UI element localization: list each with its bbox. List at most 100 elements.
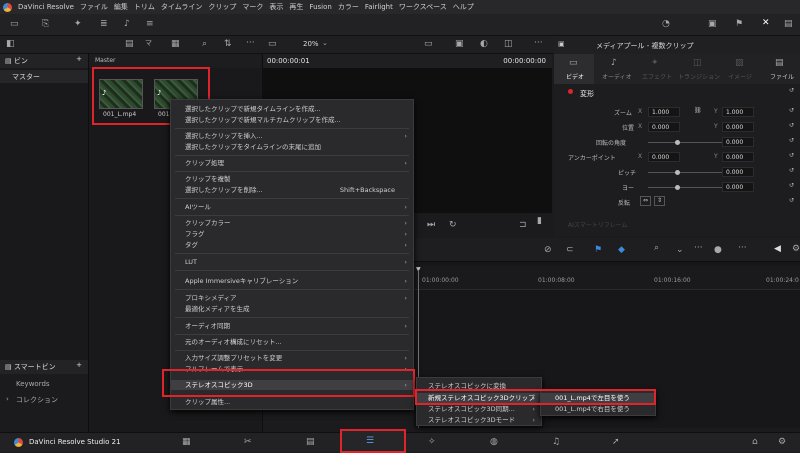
panel-toggle-icon[interactable]: ◧ <box>6 40 15 49</box>
flip-horizontal-icon[interactable]: ⇔ <box>640 196 651 206</box>
smart-reframe-label[interactable]: AIスマートリフレーム <box>568 220 628 229</box>
enable-dot-icon[interactable] <box>568 89 573 94</box>
more-icon[interactable]: ··· <box>694 244 703 253</box>
menu-item-proxy[interactable]: プロキシメディア › <box>171 293 413 303</box>
settings-icon[interactable]: ⚙ <box>792 245 800 254</box>
media-pool-icon[interactable]: ▭ <box>10 20 19 29</box>
timeline-ruler[interactable]: ▼ 01:00:00:00 01:00:08:00 01:00:16:00 01… <box>414 266 800 290</box>
reset-icon[interactable]: ↺ <box>789 167 794 174</box>
menu-item-reset-audio[interactable]: 元のオーディオ構成にリセット... <box>171 337 413 347</box>
mixer-icon[interactable]: ▣ <box>708 20 717 29</box>
slider-handle[interactable] <box>675 140 680 145</box>
record-icon[interactable]: ● <box>714 246 722 255</box>
view-mode-icon[interactable]: マ <box>145 40 152 47</box>
reset-icon[interactable]: ↺ <box>789 152 794 159</box>
index-icon[interactable]: ≣ <box>100 20 108 29</box>
reset-icon[interactable]: ↺ <box>789 137 794 144</box>
search-icon[interactable]: ⌕ <box>202 40 207 49</box>
pitch-field[interactable]: 0.000 <box>722 167 754 177</box>
menu-item-new-timeline[interactable]: 選択したクリップで新規タイムラインを作成... <box>171 104 413 114</box>
menu-timeline[interactable]: タイムライン <box>161 2 203 12</box>
anchor-y-field[interactable]: 0.000 <box>722 152 754 162</box>
edit-page-icon[interactable]: ▤ <box>306 438 315 447</box>
yaw-field[interactable]: 0.000 <box>722 182 754 192</box>
color-icon[interactable]: ◐ <box>480 40 488 49</box>
position-x-field[interactable]: 0.000 <box>648 122 680 132</box>
menu-item-apple-immersive[interactable]: Apple Immersiveキャリブレーション › <box>171 276 413 286</box>
add-smart-bin-icon[interactable]: + <box>76 361 82 369</box>
clip-view-icon[interactable]: ▣ <box>455 40 464 49</box>
menu-view[interactable]: 表示 <box>269 2 283 12</box>
viewer-layout-icon[interactable]: ▭ <box>268 40 277 49</box>
menu-mark[interactable]: マーク <box>242 2 263 12</box>
menu-item-stereo-mode[interactable]: ステレオスコピック3Dモード › <box>417 415 541 425</box>
menu-file[interactable]: ファイル <box>80 2 108 12</box>
menu-item-clip-color[interactable]: クリップカラー › <box>171 218 413 228</box>
smart-bin-keywords[interactable]: Keywords <box>16 380 50 388</box>
bin-master[interactable]: マスター <box>0 70 88 83</box>
menu-item-flag[interactable]: フラグ › <box>171 229 413 239</box>
tab-image[interactable]: ▨ イメージ <box>720 54 760 84</box>
reset-icon[interactable]: ↺ <box>789 182 794 189</box>
clip-thumbnail[interactable]: ♪ <box>99 79 143 109</box>
position-y-field[interactable]: 0.000 <box>722 122 754 132</box>
fairlight-page-icon[interactable]: ♫ <box>552 438 560 447</box>
color-page-icon[interactable]: ◍ <box>490 438 498 447</box>
smart-bin-collections[interactable]: コレクション <box>16 395 58 405</box>
flip-vertical-icon[interactable]: ⇕ <box>654 196 665 206</box>
chevron-down-icon[interactable]: ⌄ <box>322 40 328 47</box>
snap-icon[interactable]: ⊂ <box>566 246 574 255</box>
speaker-icon[interactable]: ◀ <box>774 245 781 254</box>
inspector-toggle-icon[interactable]: ✕ <box>762 19 770 28</box>
menu-item-ai-tools[interactable]: AIツール › <box>171 202 413 212</box>
menu-fusion[interactable]: Fusion <box>309 3 331 11</box>
zoom-level[interactable]: 20% <box>303 40 319 48</box>
zoom-x-field[interactable]: 1.000 <box>648 107 680 117</box>
media-page-icon[interactable]: ▦ <box>182 438 191 447</box>
zoom-y-field[interactable]: 1.000 <box>722 107 754 117</box>
match-frame-icon[interactable]: ⊐ <box>519 221 527 230</box>
tab-file[interactable]: ▤ ファイル <box>760 54 800 84</box>
more-icon[interactable]: ··· <box>246 39 255 48</box>
display-icon[interactable]: ▭ <box>424 40 433 49</box>
more-icon[interactable]: ··· <box>738 244 747 253</box>
flag-icon[interactable]: ⚑ <box>594 246 602 255</box>
menu-trim[interactable]: トリム <box>134 2 155 12</box>
menu-item-use-right-eye[interactable]: 001_L.mp4で右目を使う <box>541 404 655 414</box>
link-clip-icon[interactable]: ⊘ <box>544 246 552 255</box>
list-view-icon[interactable]: ▤ <box>125 40 134 49</box>
menu-item-optimized-media[interactable]: 最適化メディアを生成 <box>171 304 413 314</box>
sync-icon[interactable]: ◔ <box>662 20 670 29</box>
zoom-icon[interactable]: ⌕ <box>654 244 659 253</box>
menu-app[interactable]: DaVinci Resolve <box>18 3 74 11</box>
import-icon[interactable]: ⎘ <box>42 20 49 29</box>
library-icon[interactable]: ▤ <box>784 20 793 29</box>
menu-item-delete[interactable]: 選択したクリップを削除... Shift+Backspace <box>171 185 413 195</box>
add-bin-icon[interactable]: + <box>76 55 82 63</box>
menu-clip[interactable]: クリップ <box>208 2 236 12</box>
anchor-x-field[interactable]: 0.000 <box>648 152 680 162</box>
menu-fairlight[interactable]: Fairlight <box>365 3 393 11</box>
metadata-icon[interactable]: ⚑ <box>735 20 743 29</box>
slider-handle[interactable] <box>675 170 680 175</box>
sound-library-icon[interactable]: ♪ <box>124 20 130 29</box>
reset-icon[interactable]: ↺ <box>789 122 794 129</box>
home-icon[interactable]: ⌂ <box>752 438 758 447</box>
fusion-page-icon[interactable]: ✧ <box>428 438 436 447</box>
cut-page-icon[interactable]: ✂ <box>244 438 252 447</box>
loop-icon[interactable]: ↻ <box>449 221 457 230</box>
menu-item-input-sizing[interactable]: 入力サイズ調整プリセットを変更 › <box>171 353 413 363</box>
menu-workspace[interactable]: ワークスペース <box>399 2 447 12</box>
chevron-right-icon[interactable]: › <box>6 395 9 403</box>
edit-index-icon[interactable]: ≡ <box>146 20 154 29</box>
menu-item-duplicate[interactable]: クリップを複製 <box>171 174 413 184</box>
deliver-page-icon[interactable]: ➚ <box>612 438 620 447</box>
volume-slider[interactable]: ▮ <box>537 217 542 226</box>
menu-item-clip-attributes[interactable]: クリップ属性... <box>171 397 413 407</box>
chevron-down-icon[interactable]: ⌄ <box>676 246 684 255</box>
tab-effects[interactable]: ✦ エフェクト <box>636 54 676 84</box>
transform-section[interactable]: 変形 ↺ <box>554 87 800 101</box>
tab-audio[interactable]: ♪ オーディオ <box>596 54 636 84</box>
slider-handle[interactable] <box>675 185 680 190</box>
menu-item-append[interactable]: 選択したクリップをタイムラインの末尾に追加 <box>171 142 413 152</box>
